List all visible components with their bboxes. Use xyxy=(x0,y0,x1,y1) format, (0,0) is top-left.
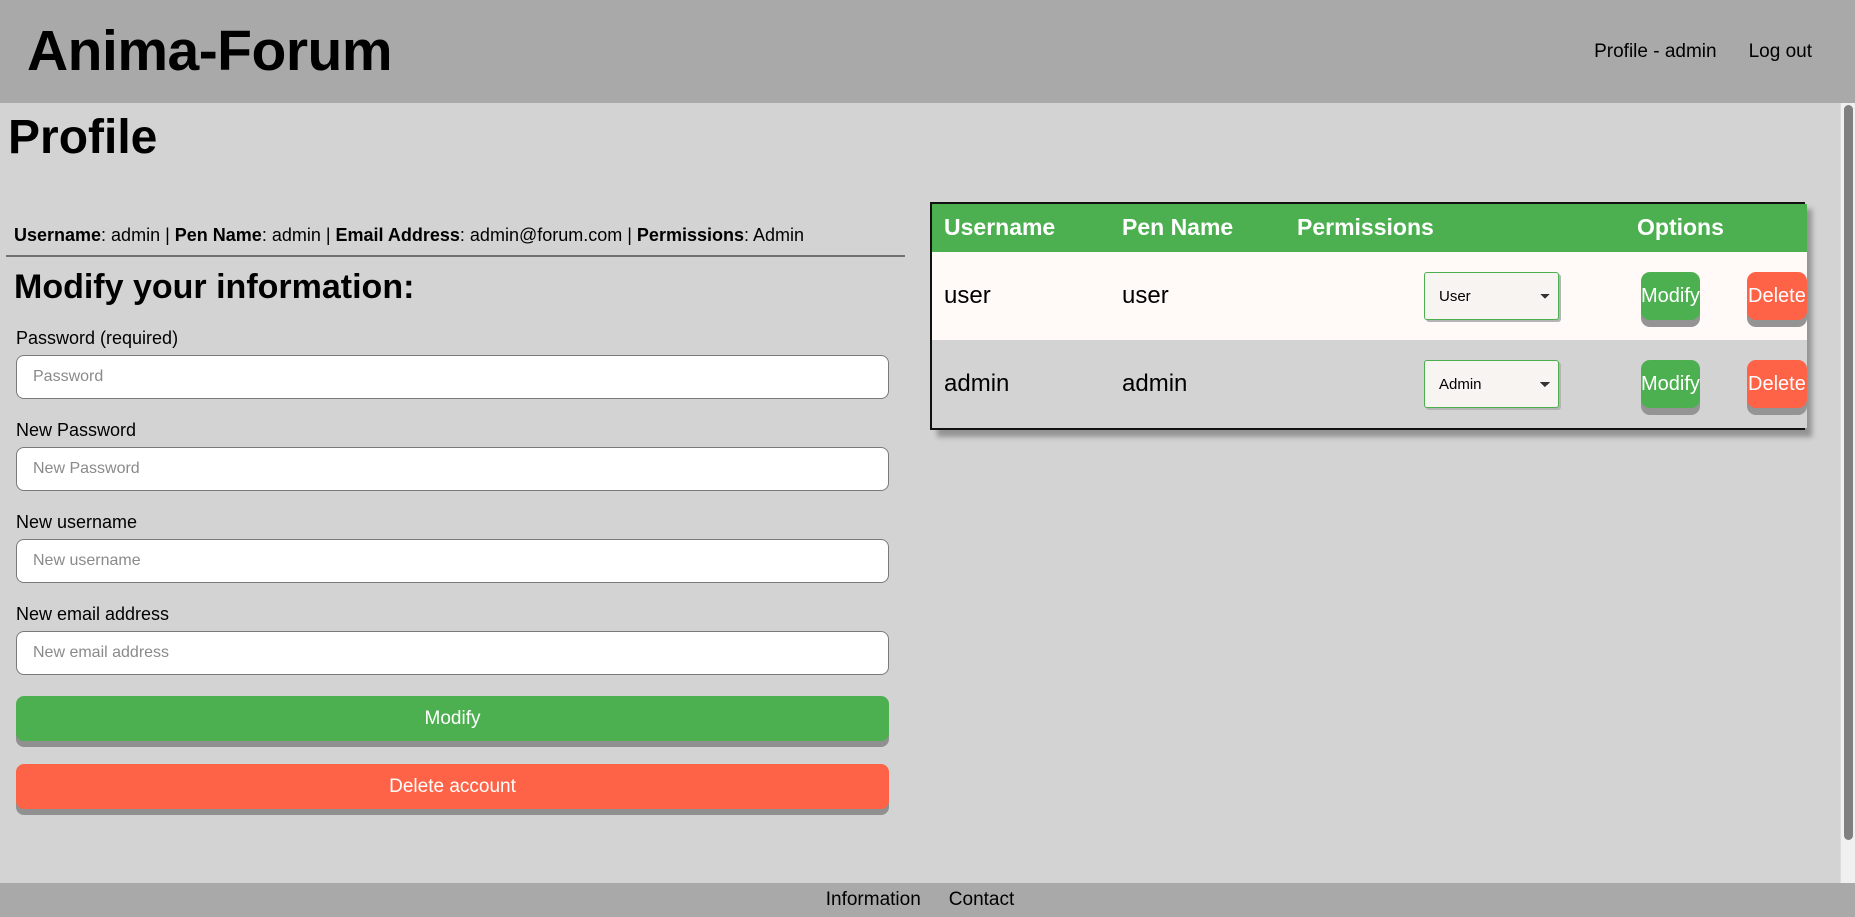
delete-account-button[interactable]: Delete account xyxy=(16,764,889,809)
summary-username-label: Username xyxy=(14,225,102,245)
form-section-title: Modify your information: xyxy=(14,268,415,306)
summary-penname-value: : admin | xyxy=(261,225,336,245)
scrollbar-corner-bottom xyxy=(1840,883,1855,917)
summary-username-value: : admin | xyxy=(101,225,175,245)
page-title: Profile xyxy=(8,111,158,164)
cell-options: Modify Delete xyxy=(1625,340,1807,428)
new-email-input[interactable] xyxy=(16,631,889,675)
vertical-scrollbar[interactable] xyxy=(1840,103,1855,883)
page-root: Anima-Forum Profile - admin Log out Prof… xyxy=(0,0,1855,917)
nav-profile-link[interactable]: Profile - admin xyxy=(1594,41,1717,63)
summary-permissions-value: : Admin xyxy=(743,225,805,245)
header-nav: Profile - admin Log out xyxy=(1594,41,1812,63)
password-label: Password (required) xyxy=(16,328,179,348)
permission-select-user[interactable]: User xyxy=(1424,272,1559,320)
cell-permissions: Admin xyxy=(1285,340,1625,428)
column-header-username: Username xyxy=(932,204,1110,252)
table-row: admin admin Admin Modify Delete xyxy=(932,340,1807,428)
password-input[interactable] xyxy=(16,355,889,399)
column-header-pen-name: Pen Name xyxy=(1110,204,1285,252)
summary-permissions-label: Permissions xyxy=(636,225,744,245)
scrollbar-corner-top xyxy=(1840,0,1855,103)
table-head: Username Pen Name Permissions Options xyxy=(932,204,1807,252)
user-management-table: Username Pen Name Permissions Options us… xyxy=(932,204,1807,428)
row-delete-button[interactable]: Delete xyxy=(1746,272,1807,320)
modify-information-form: Password (required) New Password New use… xyxy=(16,328,890,832)
cell-permissions: User xyxy=(1285,252,1625,340)
column-header-permissions: Permissions xyxy=(1285,204,1625,252)
row-action-group: Modify Delete xyxy=(1641,272,1807,320)
summary-email-label: Email Address xyxy=(335,225,460,245)
row-modify-button[interactable]: Modify xyxy=(1641,272,1700,320)
site-header: Anima-Forum Profile - admin Log out xyxy=(0,0,1840,103)
row-action-group: Modify Delete xyxy=(1641,360,1807,408)
new-password-label: New Password xyxy=(16,420,137,440)
cell-username: admin xyxy=(932,340,1110,428)
site-brand: Anima-Forum xyxy=(27,19,393,83)
column-header-options: Options xyxy=(1625,204,1807,252)
permission-select-admin[interactable]: Admin xyxy=(1424,360,1559,408)
footer-contact-link[interactable]: Contact xyxy=(949,889,1014,911)
table-row: user user User Modify Delete xyxy=(932,252,1807,340)
row-modify-button[interactable]: Modify xyxy=(1641,360,1700,408)
table-body: user user User Modify Delete admin admin… xyxy=(932,252,1807,428)
main-content: Profile Username: admin | Pen Name: admi… xyxy=(0,103,1840,883)
scrollbar-thumb[interactable] xyxy=(1844,105,1853,840)
site-footer: Information Contact xyxy=(0,883,1840,917)
footer-information-link[interactable]: Information xyxy=(826,889,921,911)
profile-summary: Username: admin | Pen Name: admin | Emai… xyxy=(14,225,804,246)
user-management-panel: Username Pen Name Permissions Options us… xyxy=(930,202,1807,430)
cell-pen-name: admin xyxy=(1110,340,1285,428)
new-username-label: New username xyxy=(16,512,138,532)
section-divider xyxy=(6,255,905,257)
new-username-input[interactable] xyxy=(16,539,889,583)
cell-pen-name: user xyxy=(1110,252,1285,340)
new-email-label: New email address xyxy=(16,604,170,624)
cell-username: user xyxy=(932,252,1110,340)
new-password-input[interactable] xyxy=(16,447,889,491)
modify-submit-button[interactable]: Modify xyxy=(16,696,889,741)
cell-options: Modify Delete xyxy=(1625,252,1807,340)
nav-logout-link[interactable]: Log out xyxy=(1749,41,1812,63)
table-header-row: Username Pen Name Permissions Options xyxy=(932,204,1807,252)
row-delete-button[interactable]: Delete xyxy=(1746,360,1807,408)
summary-penname-label: Pen Name xyxy=(174,225,262,245)
summary-email-value: : admin@forum.com | xyxy=(459,225,637,245)
